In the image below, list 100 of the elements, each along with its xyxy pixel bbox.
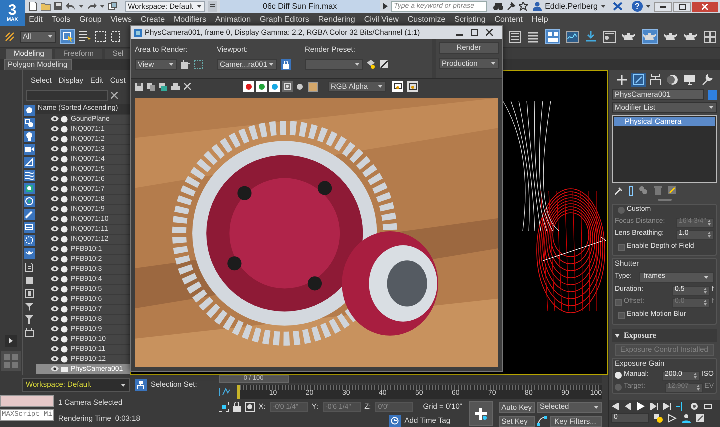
rectangle-selection-icon[interactable] — [95, 30, 107, 42]
close-icon[interactable] — [486, 29, 493, 36]
arrow-icon[interactable] — [383, 3, 388, 10]
step-back-icon[interactable] — [624, 403, 632, 410]
display-toggle-button[interactable] — [392, 81, 403, 92]
object-color-swatch[interactable] — [708, 90, 717, 100]
radio-button[interactable] — [618, 207, 625, 214]
document-icon[interactable] — [25, 263, 34, 272]
play-icon[interactable] — [637, 402, 645, 411]
menu-item[interactable]: Group — [80, 14, 102, 26]
time-tag-button[interactable] — [388, 415, 401, 427]
menu-item[interactable]: Scripting — [454, 14, 486, 26]
render-setup-icon[interactable] — [603, 30, 616, 42]
lock-icon[interactable] — [232, 402, 241, 412]
save-icon[interactable] — [54, 2, 64, 11]
show-end-result-icon[interactable] — [629, 186, 633, 196]
curve-editor-icon[interactable] — [566, 30, 579, 42]
save-icon[interactable] — [135, 82, 143, 90]
list-icon[interactable] — [509, 30, 521, 42]
menu-item[interactable]: Help — [532, 14, 548, 26]
menu-item[interactable]: Content — [494, 14, 523, 26]
panel-tab[interactable] — [666, 73, 681, 87]
display-warps-button[interactable] — [24, 170, 35, 181]
display-helpers-button[interactable] — [24, 157, 35, 168]
teapot-icon[interactable] — [622, 31, 636, 42]
curve-icon[interactable] — [218, 387, 231, 397]
clone-icon[interactable] — [159, 82, 167, 90]
transform-mode-icon[interactable] — [244, 402, 255, 412]
panel-tab[interactable] — [631, 73, 646, 87]
skip-back-icon[interactable] — [611, 403, 619, 410]
key-curve-icon[interactable] — [537, 416, 547, 426]
grid-icon[interactable] — [704, 30, 716, 42]
square-icon[interactable] — [25, 276, 34, 285]
radio-button[interactable] — [615, 372, 622, 379]
menu-item[interactable]: Create — [141, 14, 166, 26]
undo-icon[interactable] — [66, 2, 76, 11]
camera-icon[interactable] — [61, 366, 68, 372]
window-selection-icon[interactable] — [111, 30, 121, 42]
close-button[interactable] — [692, 2, 718, 12]
menu-item[interactable]: Graph Editors — [260, 14, 310, 26]
maximize-icon[interactable] — [471, 29, 478, 36]
display-all-button[interactable] — [24, 105, 35, 116]
print-icon[interactable] — [171, 82, 180, 90]
display-bones-button[interactable] — [24, 209, 35, 220]
menu-item[interactable]: Customize — [408, 14, 446, 26]
add-key-button[interactable] — [468, 401, 493, 426]
project-icon[interactable] — [108, 2, 118, 11]
minimize-button[interactable] — [654, 2, 672, 12]
rollout-header[interactable]: Exposure — [612, 329, 717, 342]
monochrome-icon[interactable] — [297, 84, 303, 90]
folder-icon[interactable] — [41, 2, 52, 11]
download-icon[interactable] — [585, 30, 597, 42]
key-mode-icon[interactable] — [676, 402, 685, 411]
clear-icon[interactable] — [184, 83, 191, 90]
clear-icon[interactable] — [111, 92, 118, 98]
preset-load-icon[interactable] — [367, 60, 376, 70]
link-icon[interactable] — [4, 30, 16, 42]
triangle-icon[interactable] — [668, 414, 677, 422]
frame-icon[interactable] — [25, 289, 34, 298]
toolbar-toggle-button[interactable] — [545, 29, 560, 44]
display-shapes-button[interactable] — [24, 118, 35, 129]
teapot-icon[interactable] — [664, 31, 678, 42]
new-file-icon[interactable] — [29, 2, 38, 11]
close-icon[interactable] — [613, 2, 623, 11]
help-button[interactable]: ? — [632, 1, 643, 12]
star-icon[interactable] — [519, 2, 528, 11]
checkbox[interactable] — [618, 312, 625, 319]
make-unique-icon[interactable] — [639, 186, 648, 195]
selection-lock-icon[interactable] — [218, 402, 229, 412]
restore-button[interactable] — [673, 2, 691, 12]
display-particles-button[interactable] — [24, 222, 35, 233]
edit-region-icon[interactable] — [181, 60, 190, 70]
expand-button[interactable] — [5, 335, 17, 347]
menu-item[interactable]: Rendering — [318, 14, 356, 26]
panel-tab[interactable] — [648, 73, 664, 87]
configure-icon[interactable] — [668, 186, 677, 195]
menu-item[interactable]: Edit — [29, 14, 43, 26]
search-field[interactable] — [26, 90, 108, 100]
layers-icon[interactable] — [527, 30, 539, 42]
time-config-icon[interactable] — [654, 414, 663, 422]
user-icon[interactable] — [682, 414, 691, 422]
selection-set-button[interactable] — [135, 379, 147, 391]
alpha-toggle[interactable] — [282, 81, 293, 92]
container-icon[interactable] — [25, 328, 34, 337]
list-icon[interactable] — [79, 31, 91, 42]
lock-button[interactable] — [281, 59, 291, 70]
display-xrefs-button[interactable] — [24, 196, 35, 207]
pin-icon[interactable] — [507, 2, 516, 11]
maximize-icon[interactable] — [696, 414, 705, 422]
teapot-icon[interactable] — [684, 31, 698, 42]
checkbox[interactable] — [618, 244, 625, 251]
panel-tab[interactable] — [614, 73, 629, 87]
color-swatch[interactable] — [308, 82, 318, 92]
panel-tab[interactable] — [682, 73, 698, 87]
user-icon[interactable] — [533, 2, 542, 11]
funnel-icon[interactable] — [25, 315, 34, 324]
copy-icon[interactable] — [147, 82, 155, 90]
display-cameras-button[interactable] — [24, 144, 35, 155]
select-object-button[interactable] — [60, 29, 75, 44]
script-output-field[interactable] — [0, 395, 54, 407]
